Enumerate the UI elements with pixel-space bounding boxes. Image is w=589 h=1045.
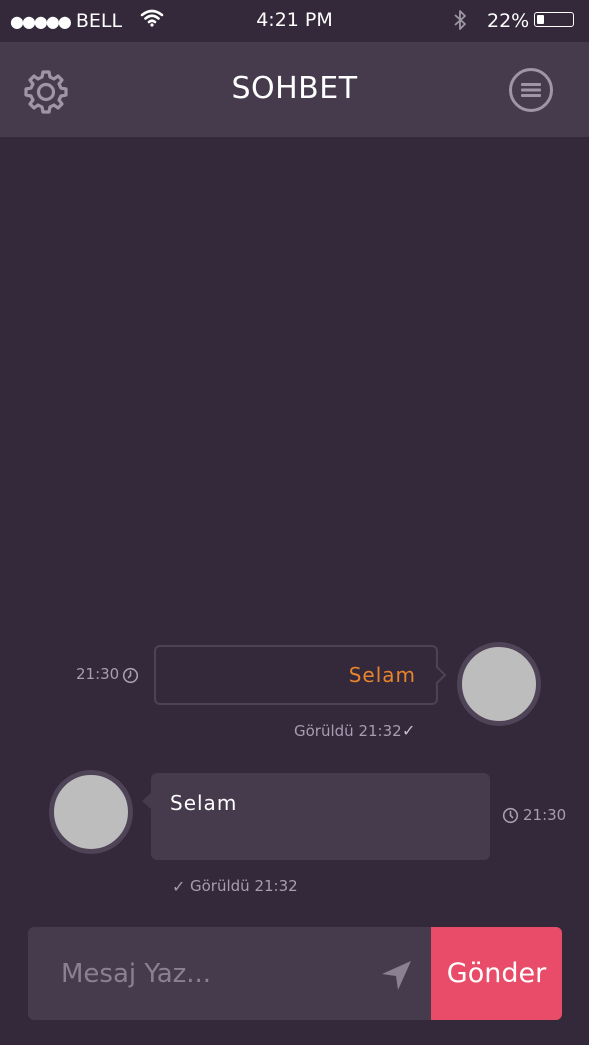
- avatar[interactable]: [457, 642, 541, 726]
- menu-button[interactable]: [508, 67, 554, 113]
- seen-status: Görüldü 21:32: [294, 722, 402, 740]
- message-text: Selam: [170, 791, 238, 815]
- message-input[interactable]: [28, 927, 430, 1020]
- message-bubble-outgoing[interactable]: Selam: [154, 645, 438, 705]
- battery-percent: 22%: [487, 10, 530, 32]
- avatar[interactable]: [49, 770, 133, 854]
- page-title: SOHBET: [231, 71, 358, 106]
- seen-status: Görüldü 21:32: [190, 877, 298, 895]
- menu-icon: [509, 68, 553, 112]
- clock-icon: [502, 807, 519, 828]
- battery-icon: [534, 12, 574, 27]
- check-icon: ✓: [172, 877, 186, 896]
- message-composer: Gönder: [28, 927, 562, 1020]
- clock-icon: [122, 667, 139, 688]
- message-text: Selam: [348, 663, 416, 687]
- message-time: 21:30: [523, 806, 567, 824]
- message-time: 21:30: [76, 665, 120, 683]
- message-bubble-incoming[interactable]: Selam: [151, 773, 490, 860]
- header-bar: SOHBET: [0, 42, 589, 137]
- check-icon: ✓: [402, 721, 416, 740]
- send-button[interactable]: Gönder: [431, 927, 562, 1020]
- location-arrow-icon[interactable]: [380, 959, 414, 997]
- bubble-pointer: [435, 665, 447, 689]
- bluetooth-icon: [452, 8, 468, 37]
- battery-fill: [537, 15, 544, 24]
- status-bar: ●●●●● BELL 4:21 PM 22%: [0, 0, 589, 42]
